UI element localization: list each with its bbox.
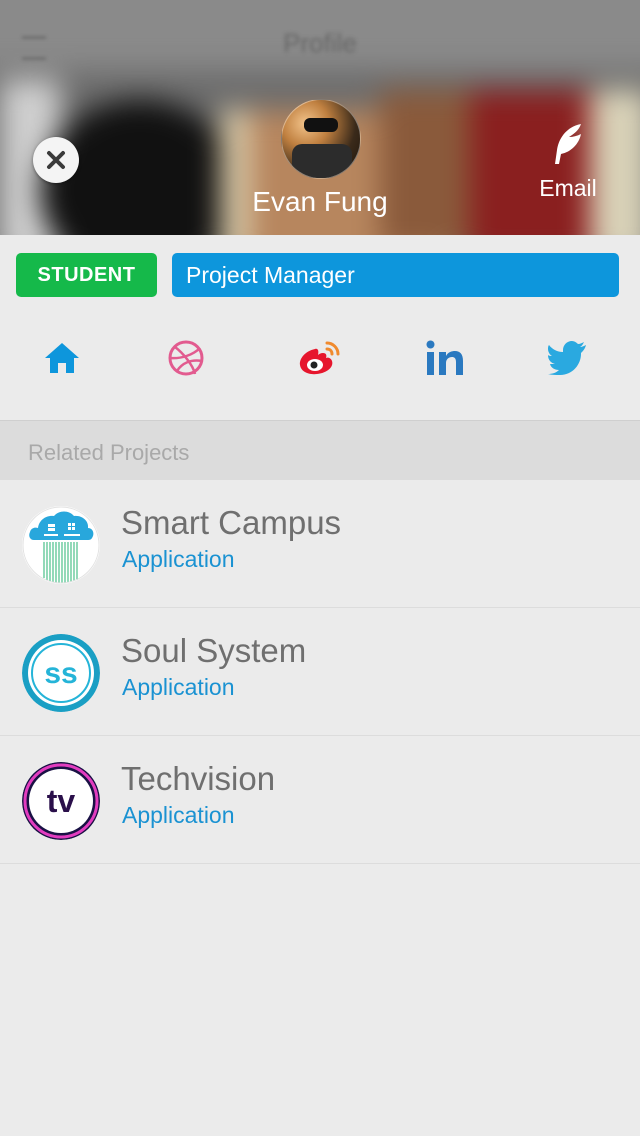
home-icon — [45, 343, 79, 373]
linkedin-icon — [426, 340, 463, 375]
section-title: Related Projects — [28, 440, 190, 465]
dribbble-icon — [168, 340, 204, 376]
project-title: Techvision — [121, 760, 276, 797]
project-title: Soul System — [121, 632, 307, 669]
soul-system-icon: ss — [22, 634, 100, 712]
social-links — [0, 320, 640, 400]
project-category: Application — [122, 674, 235, 700]
project-category: Application — [122, 546, 235, 572]
email-label: Email — [539, 175, 597, 201]
profile-header: Profile Evan Fung Email — [0, 0, 640, 235]
close-button[interactable] — [33, 137, 79, 183]
svg-text:tv: tv — [47, 783, 76, 819]
twitter-icon — [548, 341, 586, 375]
list-item[interactable]: tv Techvision Application — [0, 736, 640, 864]
techvision-icon: tv — [22, 762, 100, 840]
feather-icon — [555, 124, 581, 164]
list-item[interactable]: ss Soul System Application — [0, 608, 640, 736]
twitter-link[interactable] — [528, 320, 608, 396]
avatar[interactable] — [281, 99, 361, 179]
section-header: Related Projects — [0, 421, 640, 480]
project-list: Smart Campus Application ss Soul System … — [0, 480, 640, 864]
close-icon — [47, 151, 65, 169]
weibo-icon — [299, 341, 340, 375]
background-title: Profile — [283, 28, 357, 58]
home-link[interactable] — [22, 320, 102, 396]
list-item[interactable]: Smart Campus Application — [0, 480, 640, 608]
tag-row: STUDENT Project Manager — [0, 235, 640, 315]
weibo-link[interactable] — [279, 320, 359, 396]
project-category: Application — [122, 802, 235, 828]
linkedin-link[interactable] — [405, 320, 485, 396]
svg-text:ss: ss — [44, 657, 77, 690]
dribbble-link[interactable] — [146, 320, 226, 396]
smart-campus-icon — [22, 506, 100, 584]
position-badge: Project Manager — [172, 253, 619, 297]
email-button[interactable]: Email — [526, 122, 610, 202]
project-title: Smart Campus — [121, 504, 342, 541]
student-badge: STUDENT — [16, 253, 157, 297]
